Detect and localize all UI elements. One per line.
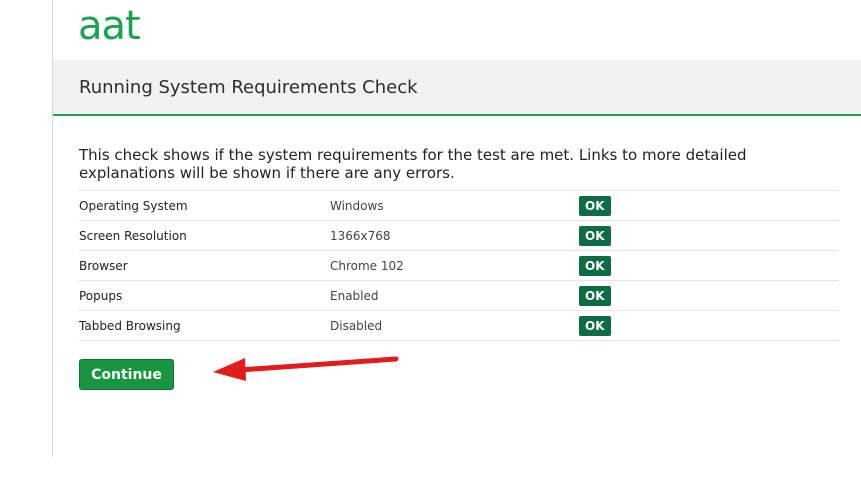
requirement-name: Tabbed Browsing [79,310,330,341]
requirement-value: 1366x768 [330,220,579,251]
red-arrow-annotation [213,356,399,381]
page-bottom-gap [0,457,861,483]
requirements-table: Operating System Windows OK Screen Resol… [79,190,839,341]
requirement-status-cell: OK [579,190,839,221]
arrow-shaft [236,356,399,373]
page-title: Running System Requirements Check [79,77,418,98]
table-row: Popups Enabled OK [79,280,839,311]
status-badge: OK [579,225,611,246]
requirement-status-cell: OK [579,310,839,341]
status-badge: OK [579,195,611,216]
status-badge: OK [579,255,611,276]
logo-bar [53,0,861,60]
requirement-name: Operating System [79,190,330,221]
requirement-status-cell: OK [579,250,839,281]
table-row: Browser Chrome 102 OK [79,250,839,281]
page-header: Running System Requirements Check [53,60,861,116]
arrow-head [213,358,246,381]
requirement-status-cell: OK [579,280,839,311]
requirement-status-cell: OK [579,220,839,251]
page: aat Running System Requirements Check Th… [0,0,861,483]
requirement-value: Chrome 102 [330,250,579,281]
requirement-name: Popups [79,280,330,311]
requirement-name: Screen Resolution [79,220,330,251]
logo-mark [127,17,137,19]
intro-text: This check shows if the system requireme… [79,146,747,182]
table-row: Tabbed Browsing Disabled OK [79,310,839,341]
requirement-value: Windows [330,190,579,221]
requirement-value: Disabled [330,310,579,341]
table-row: Screen Resolution 1366x768 OK [79,220,839,251]
requirement-value: Enabled [330,280,579,311]
status-badge: OK [579,315,611,336]
continue-button[interactable]: Continue [79,359,174,390]
status-badge: OK [579,285,611,306]
requirement-name: Browser [79,250,330,281]
table-row: Operating System Windows OK [79,190,839,221]
aat-logo: aat [78,3,141,49]
